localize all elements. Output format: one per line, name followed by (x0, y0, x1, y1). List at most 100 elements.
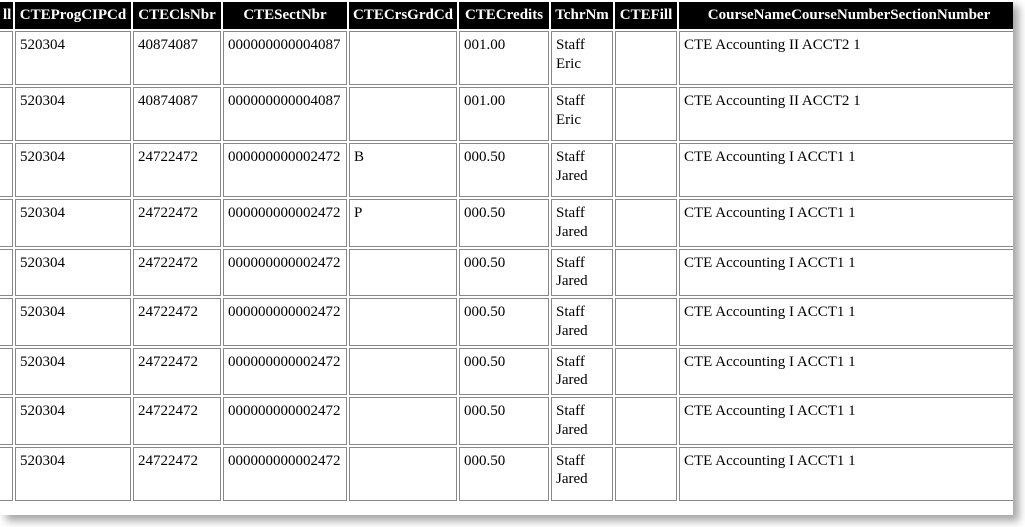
cell-grdcd (349, 447, 457, 501)
cell-grdcd (349, 31, 457, 85)
cell-grdcd (349, 249, 457, 297)
cell-clsnbr: 24722472 (133, 348, 221, 396)
cell-fill0 (0, 143, 13, 197)
cell-sectnbr: 000000000002472 (223, 199, 347, 247)
cell-cip: 520304 (15, 199, 131, 247)
cell-clsnbr: 24722472 (133, 298, 221, 346)
cell-clsnbr: 40874087 (133, 31, 221, 85)
cell-tchr: Staff Jared (551, 199, 613, 247)
cell-cip: 520304 (15, 87, 131, 141)
col-header: CTESectNbr (223, 2, 347, 29)
cell-ctefill (615, 31, 677, 85)
table-row: 52030424722472000000000002472 000.50Staff… (0, 397, 1013, 445)
cell-credits: 000.50 (459, 249, 549, 297)
cell-ctefill (615, 397, 677, 445)
cell-grdcd (349, 298, 457, 346)
cell-ctefill (615, 348, 677, 396)
table-row: 52030424722472000000000002472P000.50Staf… (0, 199, 1013, 247)
cell-cip: 520304 (15, 348, 131, 396)
cell-grdcd: P (349, 199, 457, 247)
cell-sectnbr: 000000000004087 (223, 31, 347, 85)
col-header: CourseNameCourseNumberSectionNumber (679, 2, 1013, 29)
cell-course: CTE Accounting I ACCT1 1 (679, 447, 1013, 501)
report-sheet: ll CTEProgCIPCd CTEClsNbr CTESectNbr CTE… (0, 0, 1013, 515)
cell-credits: 001.00 (459, 87, 549, 141)
cell-credits: 000.50 (459, 348, 549, 396)
table-row: 52030424722472000000000002472 000.50Staff… (0, 298, 1013, 346)
cell-cip: 520304 (15, 298, 131, 346)
cell-cip: 520304 (15, 447, 131, 501)
cell-ctefill (615, 447, 677, 501)
cell-ctefill (615, 87, 677, 141)
cell-cip: 520304 (15, 143, 131, 197)
cell-course: CTE Accounting I ACCT1 1 (679, 199, 1013, 247)
cell-credits: 000.50 (459, 143, 549, 197)
cell-credits: 000.50 (459, 298, 549, 346)
cell-clsnbr: 24722472 (133, 199, 221, 247)
cell-tchr: Staff Jared (551, 143, 613, 197)
cell-tchr: Staff Eric (551, 87, 613, 141)
cell-clsnbr: 24722472 (133, 143, 221, 197)
cell-tchr: Staff Jared (551, 447, 613, 501)
cell-fill0 (0, 31, 13, 85)
cell-course: CTE Accounting I ACCT1 1 (679, 249, 1013, 297)
col-header: ll (0, 2, 13, 29)
table-row: 52030440874087000000000004087 001.00Staff… (0, 87, 1013, 141)
cell-clsnbr: 24722472 (133, 447, 221, 501)
cell-sectnbr: 000000000002472 (223, 298, 347, 346)
cell-fill0 (0, 447, 13, 501)
cell-clsnbr: 40874087 (133, 87, 221, 141)
table-row: 52030424722472000000000002472B000.50Staf… (0, 143, 1013, 197)
table-row: 52030424722472000000000002472 000.50Staff… (0, 447, 1013, 501)
cell-tchr: Staff Jared (551, 348, 613, 396)
cell-fill0 (0, 87, 13, 141)
cell-credits: 000.50 (459, 199, 549, 247)
cell-sectnbr: 000000000002472 (223, 249, 347, 297)
cell-course: CTE Accounting I ACCT1 1 (679, 348, 1013, 396)
cell-credits: 001.00 (459, 31, 549, 85)
cell-fill0 (0, 298, 13, 346)
cell-cip: 520304 (15, 249, 131, 297)
cell-tchr: Staff Jared (551, 298, 613, 346)
cell-course: CTE Accounting II ACCT2 1 (679, 87, 1013, 141)
cell-fill0 (0, 199, 13, 247)
cell-course: CTE Accounting I ACCT1 1 (679, 143, 1013, 197)
col-header: CTEFill (615, 2, 677, 29)
col-header: CTECredits (459, 2, 549, 29)
table-row: 52030424722472000000000002472 000.50Staff… (0, 249, 1013, 297)
cell-clsnbr: 24722472 (133, 397, 221, 445)
cell-fill0 (0, 348, 13, 396)
cell-fill0 (0, 397, 13, 445)
cell-ctefill (615, 143, 677, 197)
cell-sectnbr: 000000000004087 (223, 87, 347, 141)
col-header: CTECrsGrdCd (349, 2, 457, 29)
col-header: CTEClsNbr (133, 2, 221, 29)
cell-tchr: Staff Eric (551, 31, 613, 85)
cell-course: CTE Accounting II ACCT2 1 (679, 31, 1013, 85)
col-header: TchrNm (551, 2, 613, 29)
report-table: ll CTEProgCIPCd CTEClsNbr CTESectNbr CTE… (0, 0, 1013, 503)
cell-ctefill (615, 249, 677, 297)
table-row: 52030424722472000000000002472 000.50Staff… (0, 348, 1013, 396)
col-header: CTEProgCIPCd (15, 2, 131, 29)
cell-tchr: Staff Jared (551, 249, 613, 297)
cell-course: CTE Accounting I ACCT1 1 (679, 298, 1013, 346)
table-header-row: ll CTEProgCIPCd CTEClsNbr CTESectNbr CTE… (0, 2, 1013, 29)
table-row: 52030440874087000000000004087 001.00Staff… (0, 31, 1013, 85)
cell-sectnbr: 000000000002472 (223, 397, 347, 445)
cell-tchr: Staff Jared (551, 397, 613, 445)
cell-sectnbr: 000000000002472 (223, 143, 347, 197)
cell-ctefill (615, 199, 677, 247)
cell-credits: 000.50 (459, 397, 549, 445)
cell-sectnbr: 000000000002472 (223, 447, 347, 501)
cell-grdcd (349, 348, 457, 396)
cell-grdcd (349, 87, 457, 141)
cell-ctefill (615, 298, 677, 346)
cell-clsnbr: 24722472 (133, 249, 221, 297)
cell-fill0 (0, 249, 13, 297)
cell-cip: 520304 (15, 31, 131, 85)
cell-sectnbr: 000000000002472 (223, 348, 347, 396)
cell-credits: 000.50 (459, 447, 549, 501)
cell-grdcd (349, 397, 457, 445)
cell-cip: 520304 (15, 397, 131, 445)
